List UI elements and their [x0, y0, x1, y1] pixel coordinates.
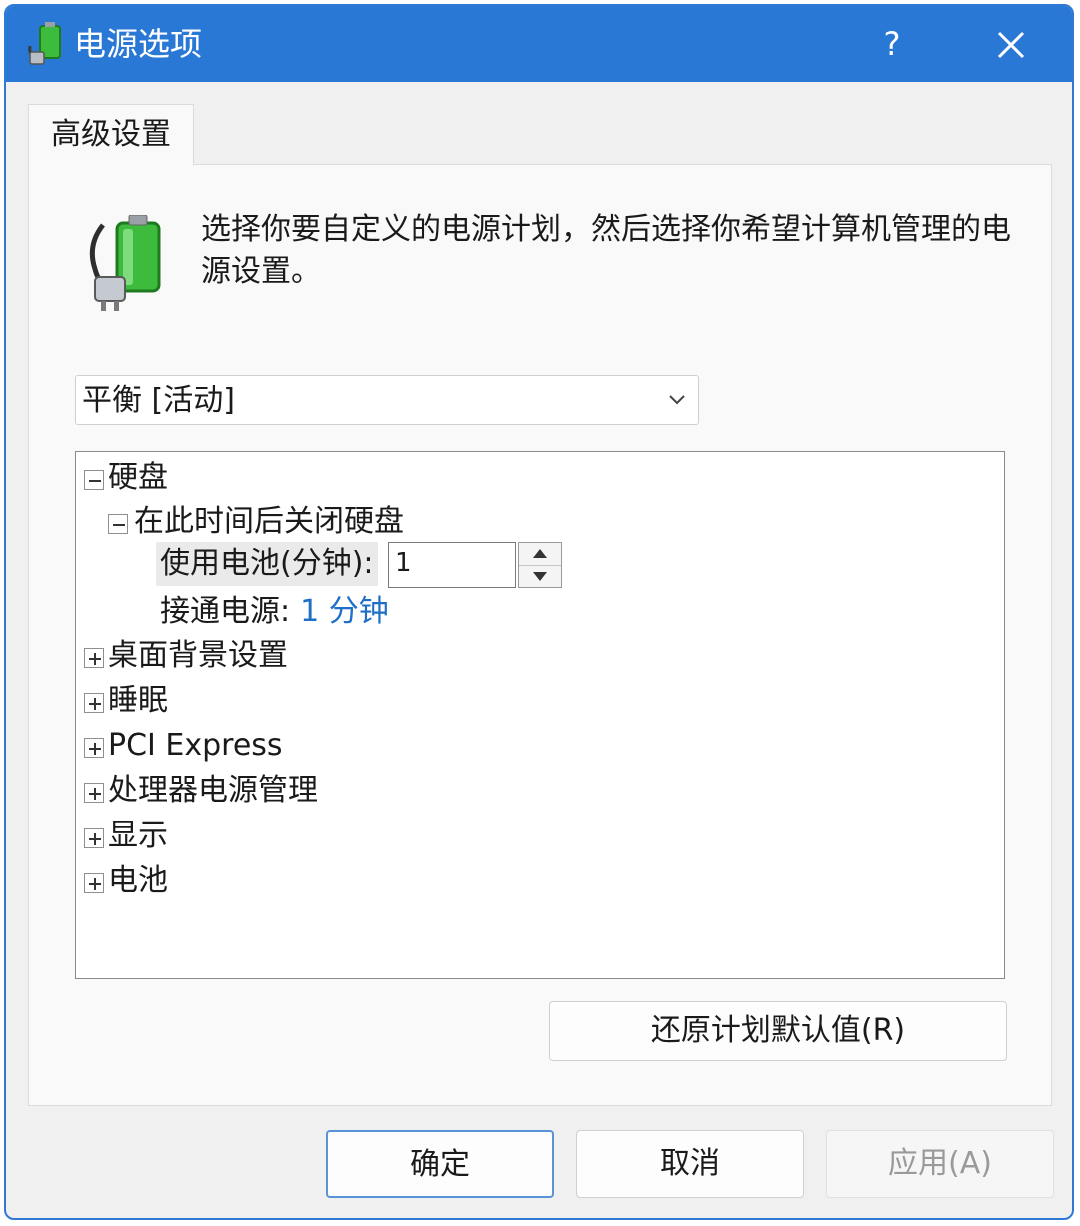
power-plan-select[interactable]: 平衡 [活动] — [75, 375, 699, 425]
tree-item-pci-express[interactable]: PCI Express — [108, 726, 283, 766]
power-plan-value: 平衡 [活动] — [82, 383, 235, 418]
ok-button[interactable]: 确定 — [326, 1130, 554, 1198]
expand-toggle-icon[interactable] — [84, 828, 104, 848]
title-bar[interactable]: 电源选项 ? — [6, 6, 1072, 82]
window-title: 电源选项 — [74, 25, 203, 63]
power-options-dialog: 电源选项 ? 高级设置 选择你要自定义的电源计划，然后选择你希望计算机管理的电源… — [4, 4, 1074, 1220]
expand-toggle-icon[interactable] — [84, 873, 104, 893]
plugged-in-setting[interactable]: 接通电源: 1 分钟 — [160, 590, 389, 634]
on-battery-label: 使用电池(分钟): — [156, 542, 378, 586]
advanced-settings-panel: 选择你要自定义的电源计划，然后选择你希望计算机管理的电源设置。 平衡 [活动] … — [28, 164, 1052, 1106]
tree-item-processor-power[interactable]: 处理器电源管理 — [108, 771, 318, 811]
spin-up-icon[interactable] — [519, 543, 561, 566]
power-battery-icon — [89, 215, 161, 311]
expand-toggle-icon[interactable] — [84, 738, 104, 758]
tree-item-turn-off-disk-after[interactable]: 在此时间后关闭硬盘 — [134, 502, 404, 542]
plugged-in-value[interactable]: 1 分钟 — [300, 594, 389, 629]
cancel-button[interactable]: 取消 — [576, 1130, 804, 1198]
tree-item-battery[interactable]: 电池 — [108, 861, 168, 901]
apply-button[interactable]: 应用(A) — [826, 1130, 1054, 1198]
description-text: 选择你要自定义的电源计划，然后选择你希望计算机管理的电源设置。 — [201, 212, 1011, 289]
restore-defaults-button[interactable]: 还原计划默认值(R) — [549, 1001, 1007, 1061]
on-battery-minutes-input[interactable]: 1 — [388, 542, 516, 588]
collapse-toggle-icon[interactable] — [108, 514, 128, 534]
expand-toggle-icon[interactable] — [84, 693, 104, 713]
collapse-toggle-icon[interactable] — [84, 470, 104, 490]
help-button[interactable]: ? — [868, 20, 916, 68]
tree-item-desktop-background[interactable]: 桌面背景设置 — [108, 636, 288, 676]
minutes-spinner[interactable] — [518, 542, 562, 588]
tree-item-display[interactable]: 显示 — [108, 816, 168, 856]
expand-toggle-icon[interactable] — [84, 783, 104, 803]
expand-toggle-icon[interactable] — [84, 648, 104, 668]
plugged-in-label: 接通电源: — [160, 594, 291, 629]
chevron-down-icon — [669, 395, 685, 405]
settings-tree[interactable]: 硬盘 在此时间后关闭硬盘 使用电池(分钟): 1 接通电源: 1 分钟 桌面背景… — [75, 451, 1005, 979]
spin-down-icon[interactable] — [519, 565, 561, 587]
power-battery-icon — [28, 22, 61, 65]
close-icon[interactable] — [988, 22, 1034, 68]
tab-advanced-settings[interactable]: 高级设置 — [28, 104, 194, 166]
tree-item-hard-disk[interactable]: 硬盘 — [108, 458, 168, 498]
tree-item-sleep[interactable]: 睡眠 — [108, 681, 168, 721]
